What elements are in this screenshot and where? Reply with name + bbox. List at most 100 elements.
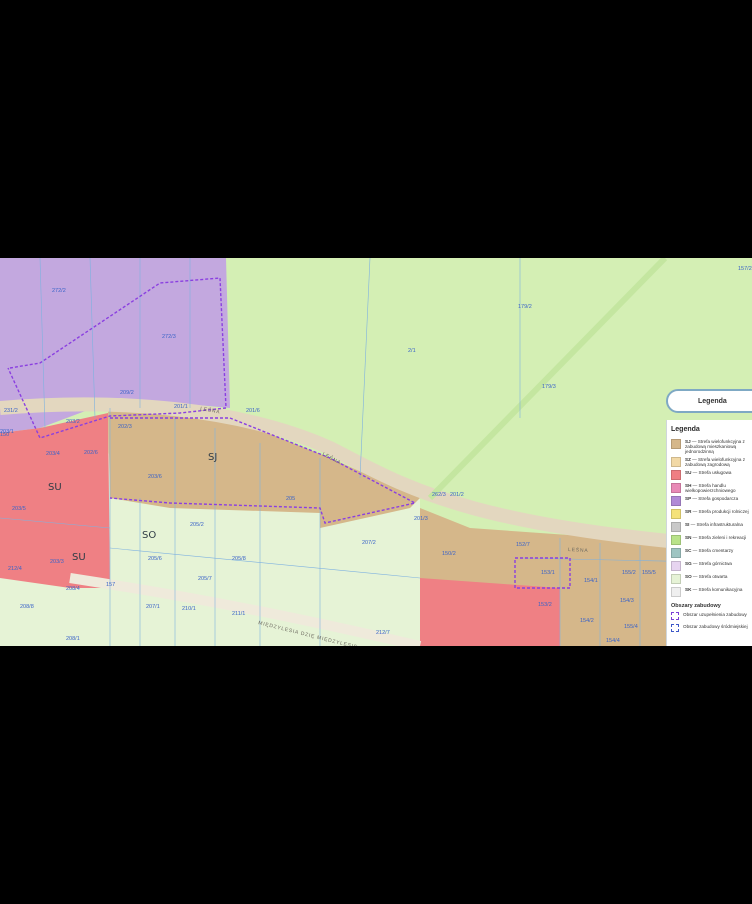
parcel-number: 209/2 <box>120 390 134 396</box>
parcel-number: 203/2 <box>66 419 80 425</box>
legend-area-item: Obszar zabudowy śródmiejskiej <box>671 624 752 633</box>
legend-item-sn: SN — Strefa zieleni i rekreacji <box>671 535 752 545</box>
parcel-number: 179/3 <box>542 384 556 390</box>
legend-item-text: — Strefa wielofunkcyjna z zabudową miesz… <box>685 439 745 454</box>
legend-item-text: — Strefa górnictwa <box>692 561 732 566</box>
map-view[interactable]: SJ SU SU SO LEŚNA LEŚNA LEŚNA MIĘDZYLESI… <box>0 258 752 646</box>
legend-item-sj: SJ — Strefa wielofunkcyjna z zabudową mi… <box>671 439 752 454</box>
legend-swatch <box>671 496 681 506</box>
parcel-number: 201/6 <box>246 408 260 414</box>
legend-item-label: SC — Strefa cmentarzy <box>685 548 752 553</box>
legend-swatch <box>671 535 681 545</box>
legend-swatch <box>671 509 681 519</box>
legend-toggle-label: Legenda <box>698 397 727 405</box>
legend-panel[interactable]: Legenda SJ — Strefa wielofunkcyjna z zab… <box>666 420 752 646</box>
legend-swatch <box>671 548 681 558</box>
parcel-number: 205 <box>286 496 295 502</box>
legend-item-label: SU — Strefa usługowa <box>685 470 752 475</box>
legend-item-sz: SZ — Strefa wielofunkcyjna z zabudową za… <box>671 457 752 467</box>
legend-swatch <box>671 483 681 493</box>
parcel-number: 154/1 <box>584 578 598 584</box>
parcel-number: 203/4 <box>46 451 60 457</box>
legend-swatch <box>671 439 681 449</box>
parcel-number: 207/2 <box>362 540 376 546</box>
parcel-number: 201/3 <box>414 516 428 522</box>
parcel-number: 208/8 <box>20 604 34 610</box>
parcel-number: 262/3 <box>432 492 446 498</box>
legend-item-text: — Strefa produkcji rolniczej <box>692 509 749 514</box>
dashed-outline-icon <box>671 624 679 632</box>
legend-item-code: SG <box>685 561 692 566</box>
zone-label-so: SO <box>142 530 156 541</box>
parcel-number: 201/1 <box>174 404 188 410</box>
legend-item-label: SP — Strefa gospodarcza <box>685 496 752 501</box>
legend-item-label: SJ — Strefa wielofunkcyjna z zabudową mi… <box>685 439 752 454</box>
parcel-number: 272/2 <box>52 288 66 294</box>
map-canvas[interactable]: SJ SU SU SO LEŚNA LEŚNA LEŚNA MIĘDZYLESI… <box>0 258 752 646</box>
legend-title: Legenda <box>671 426 700 433</box>
parcel-number: 179/2 <box>518 304 532 310</box>
legend-item-label: SO — Strefa otwarta <box>685 574 752 579</box>
parcel-number: 152/7 <box>516 542 530 548</box>
parcel-number: 203/3 <box>50 559 64 565</box>
parcel-number: 154/4 <box>606 638 620 644</box>
parcel-number: 203/6 <box>148 474 162 480</box>
parcel-number: 205/2 <box>190 522 204 528</box>
parcel-number: 153/2 <box>538 602 552 608</box>
legend-swatch <box>671 561 681 571</box>
legend-item-text: — Strefa komunikacyjna <box>692 587 743 592</box>
parcel-number: 231/2 <box>4 408 18 414</box>
parcel-number: 202/6 <box>84 450 98 456</box>
legend-item-text: — Strefa otwarta <box>692 574 728 579</box>
parcel-number: 272/3 <box>162 334 176 340</box>
legend-item-code: SN <box>685 535 692 540</box>
parcel-number: 201/2 <box>450 492 464 498</box>
zone-label-su: SU <box>48 482 62 493</box>
legend-item-sg: SG — Strefa górnictwa <box>671 561 752 571</box>
parcel-number: 212/7 <box>376 630 390 636</box>
parcel-number: 154/3 <box>620 598 634 604</box>
legend-swatch <box>671 470 681 480</box>
legend-item-code: SP <box>685 496 692 501</box>
legend-item-code: SR <box>685 509 692 514</box>
legend-item-label: SK — Strefa komunikacyjna <box>685 587 752 592</box>
parcel-number: 207/1 <box>146 604 160 610</box>
legend-item-text: — Strefa usługowa <box>692 470 732 475</box>
parcel-number: 157 <box>106 582 115 588</box>
legend-item-sc: SC — Strefa cmentarzy <box>671 548 752 558</box>
legend-item-label: SZ — Strefa wielofunkcyjna z zabudową za… <box>685 457 752 467</box>
legend-items: SJ — Strefa wielofunkcyjna z zabudową mi… <box>671 439 752 597</box>
parcel-number: 155/5 <box>642 570 656 576</box>
legend-item-text: — Strefa infrastrukturalna <box>690 522 743 527</box>
parcel-number: 153/1 <box>541 570 555 576</box>
dashed-outline-icon <box>671 612 679 620</box>
legend-item-sr: SR — Strefa produkcji rolniczej <box>671 509 752 519</box>
legend-item-code: SK <box>685 587 692 592</box>
parcel-number: 154/2 <box>580 618 594 624</box>
legend-item-label: SR — Strefa produkcji rolniczej <box>685 509 752 514</box>
legend-swatch <box>671 574 681 584</box>
parcel-number: 150/2 <box>442 551 456 557</box>
parcel-number: 205/7 <box>198 576 212 582</box>
parcel-number: 211/1 <box>232 611 245 617</box>
legend-item-code: SO <box>685 574 692 579</box>
legend-item-label: SI — Strefa infrastrukturalna <box>685 522 752 527</box>
legend-area-item: Obszar uzupełnienia zabudowy <box>671 612 752 621</box>
legend-swatch <box>671 522 681 532</box>
legend-item-text: — Strefa gospodarcza <box>692 496 739 501</box>
legend-item-code: SU <box>685 470 692 475</box>
legend-item-sh: SH — Strefa handlu wielkopowierzchnioweg… <box>671 483 752 493</box>
parcel-number: 205/6 <box>148 556 162 562</box>
parcel-number: 155/4 <box>624 624 638 630</box>
legend-item-si: SI — Strefa infrastrukturalna <box>671 522 752 532</box>
parcel-number: 210/1 <box>182 606 196 612</box>
legend-item-text: — Strefa handlu wielkopowierzchniowego <box>685 483 736 493</box>
legend-item-sk: SK — Strefa komunikacyjna <box>671 587 752 597</box>
legend-area-label: Obszar uzupełnienia zabudowy <box>683 612 747 617</box>
legend-swatch <box>671 457 681 467</box>
zone-label-sj: SJ <box>208 452 217 463</box>
parcel-number: 2/1 <box>408 348 416 354</box>
legend-toggle-button[interactable]: Legenda <box>666 389 752 413</box>
parcel-number: 208/4 <box>66 586 80 592</box>
legend-areas-title: Obszary zabudowy <box>671 603 721 609</box>
